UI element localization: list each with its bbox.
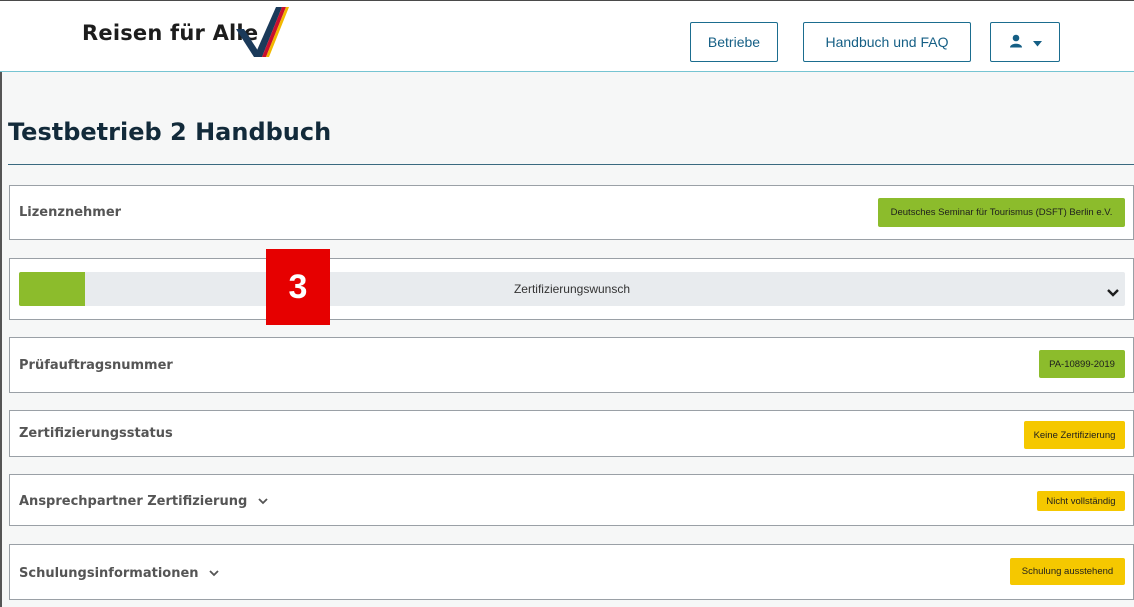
lizenznehmer-label: Lizenznehmer bbox=[19, 205, 122, 220]
zertifizierungswunsch-label: Zertifizierungswunsch bbox=[513, 282, 631, 296]
window-edge bbox=[0, 0, 2, 607]
nav-betriebe-button[interactable]: Betriebe bbox=[690, 22, 778, 62]
panel-pruefauftragsnummer: Prüfauftragsnummer PA-10899-2019 bbox=[9, 337, 1134, 393]
zertifizierungswunsch-progress[interactable]: Zertifizierungswunsch bbox=[19, 272, 1125, 306]
nav-handbuch-faq-button[interactable]: Handbuch und FAQ bbox=[803, 22, 971, 62]
panel-schulungsinformationen[interactable]: Schulungsinformationen Schulung ausstehe… bbox=[9, 544, 1134, 600]
panel-lizenznehmer: Lizenznehmer Deutsches Seminar für Touri… bbox=[9, 185, 1134, 240]
ansprechpartner-toggle[interactable]: Ansprechpartner Zertifizierung bbox=[19, 494, 268, 509]
panel-zertifizierungsstatus: Zertifizierungsstatus Keine Zertifizieru… bbox=[9, 410, 1134, 457]
title-divider bbox=[8, 164, 1134, 165]
panel-ansprechpartner[interactable]: Ansprechpartner Zertifizierung Nicht vol… bbox=[9, 474, 1134, 526]
header-divider bbox=[0, 71, 1134, 72]
logo-check-icon[interactable] bbox=[232, 5, 290, 67]
caret-down-icon bbox=[1032, 34, 1042, 50]
chevron-down-icon[interactable] bbox=[1107, 283, 1119, 302]
schulung-label: Schulungsinformationen bbox=[19, 566, 199, 581]
lizenznehmer-badge: Deutsches Seminar für Tourismus (DSFT) B… bbox=[878, 198, 1125, 227]
user-menu-button[interactable] bbox=[990, 22, 1060, 62]
ansprechpartner-label: Ansprechpartner Zertifizierung bbox=[19, 494, 248, 509]
schulung-toggle[interactable]: Schulungsinformationen bbox=[19, 566, 219, 581]
top-navigation-bar: Reisen für Alle Betriebe Handbuch und FA… bbox=[0, 0, 1134, 72]
chevron-down-icon bbox=[209, 566, 219, 581]
ansprechpartner-badge: Nicht vollständig bbox=[1037, 491, 1125, 511]
page-title: Testbetrieb 2 Handbuch bbox=[8, 118, 332, 146]
panel-zertifizierungswunsch[interactable]: Zertifizierungswunsch bbox=[9, 258, 1134, 320]
step-number-marker: 3 bbox=[266, 249, 330, 325]
chevron-down-icon bbox=[258, 494, 268, 509]
pruefauftrag-label: Prüfauftragsnummer bbox=[19, 358, 173, 373]
status-badge: Keine Zertifizierung bbox=[1024, 421, 1125, 449]
pruefauftrag-badge: PA-10899-2019 bbox=[1039, 350, 1125, 378]
user-icon bbox=[1009, 34, 1023, 51]
status-label: Zertifizierungsstatus bbox=[19, 426, 173, 441]
schulung-badge: Schulung ausstehend bbox=[1010, 558, 1125, 585]
